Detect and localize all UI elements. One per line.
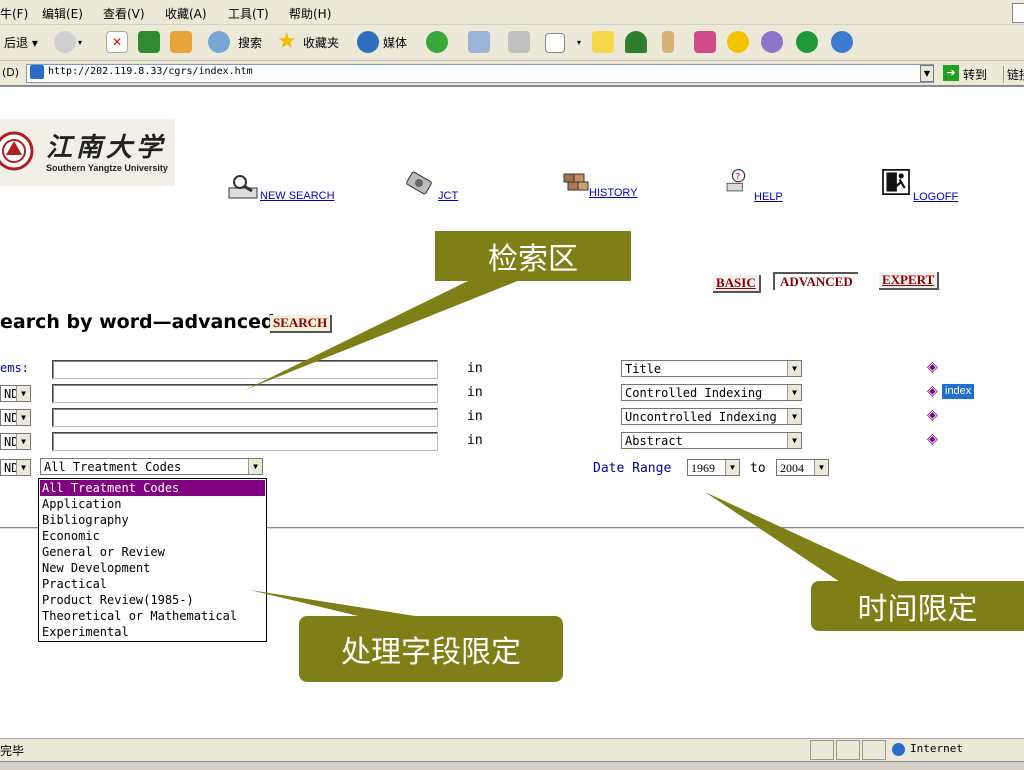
status-pane bbox=[862, 740, 886, 760]
status-bar: 完毕 Internet bbox=[0, 738, 1024, 770]
pointer-search-area bbox=[245, 280, 520, 390]
status-text: 完毕 bbox=[0, 744, 25, 758]
status-pane bbox=[836, 740, 860, 760]
taskbar-edge bbox=[0, 761, 1024, 770]
status-pane bbox=[810, 740, 834, 760]
zone-label: Internet bbox=[910, 742, 963, 755]
globe-icon bbox=[892, 743, 905, 756]
callout-time-limit: 时间限定 bbox=[811, 581, 1024, 631]
callout-search-area: 检索区 bbox=[435, 231, 631, 281]
pointer-time bbox=[705, 492, 900, 582]
callout-treatment-limit: 处理字段限定 bbox=[299, 616, 563, 682]
